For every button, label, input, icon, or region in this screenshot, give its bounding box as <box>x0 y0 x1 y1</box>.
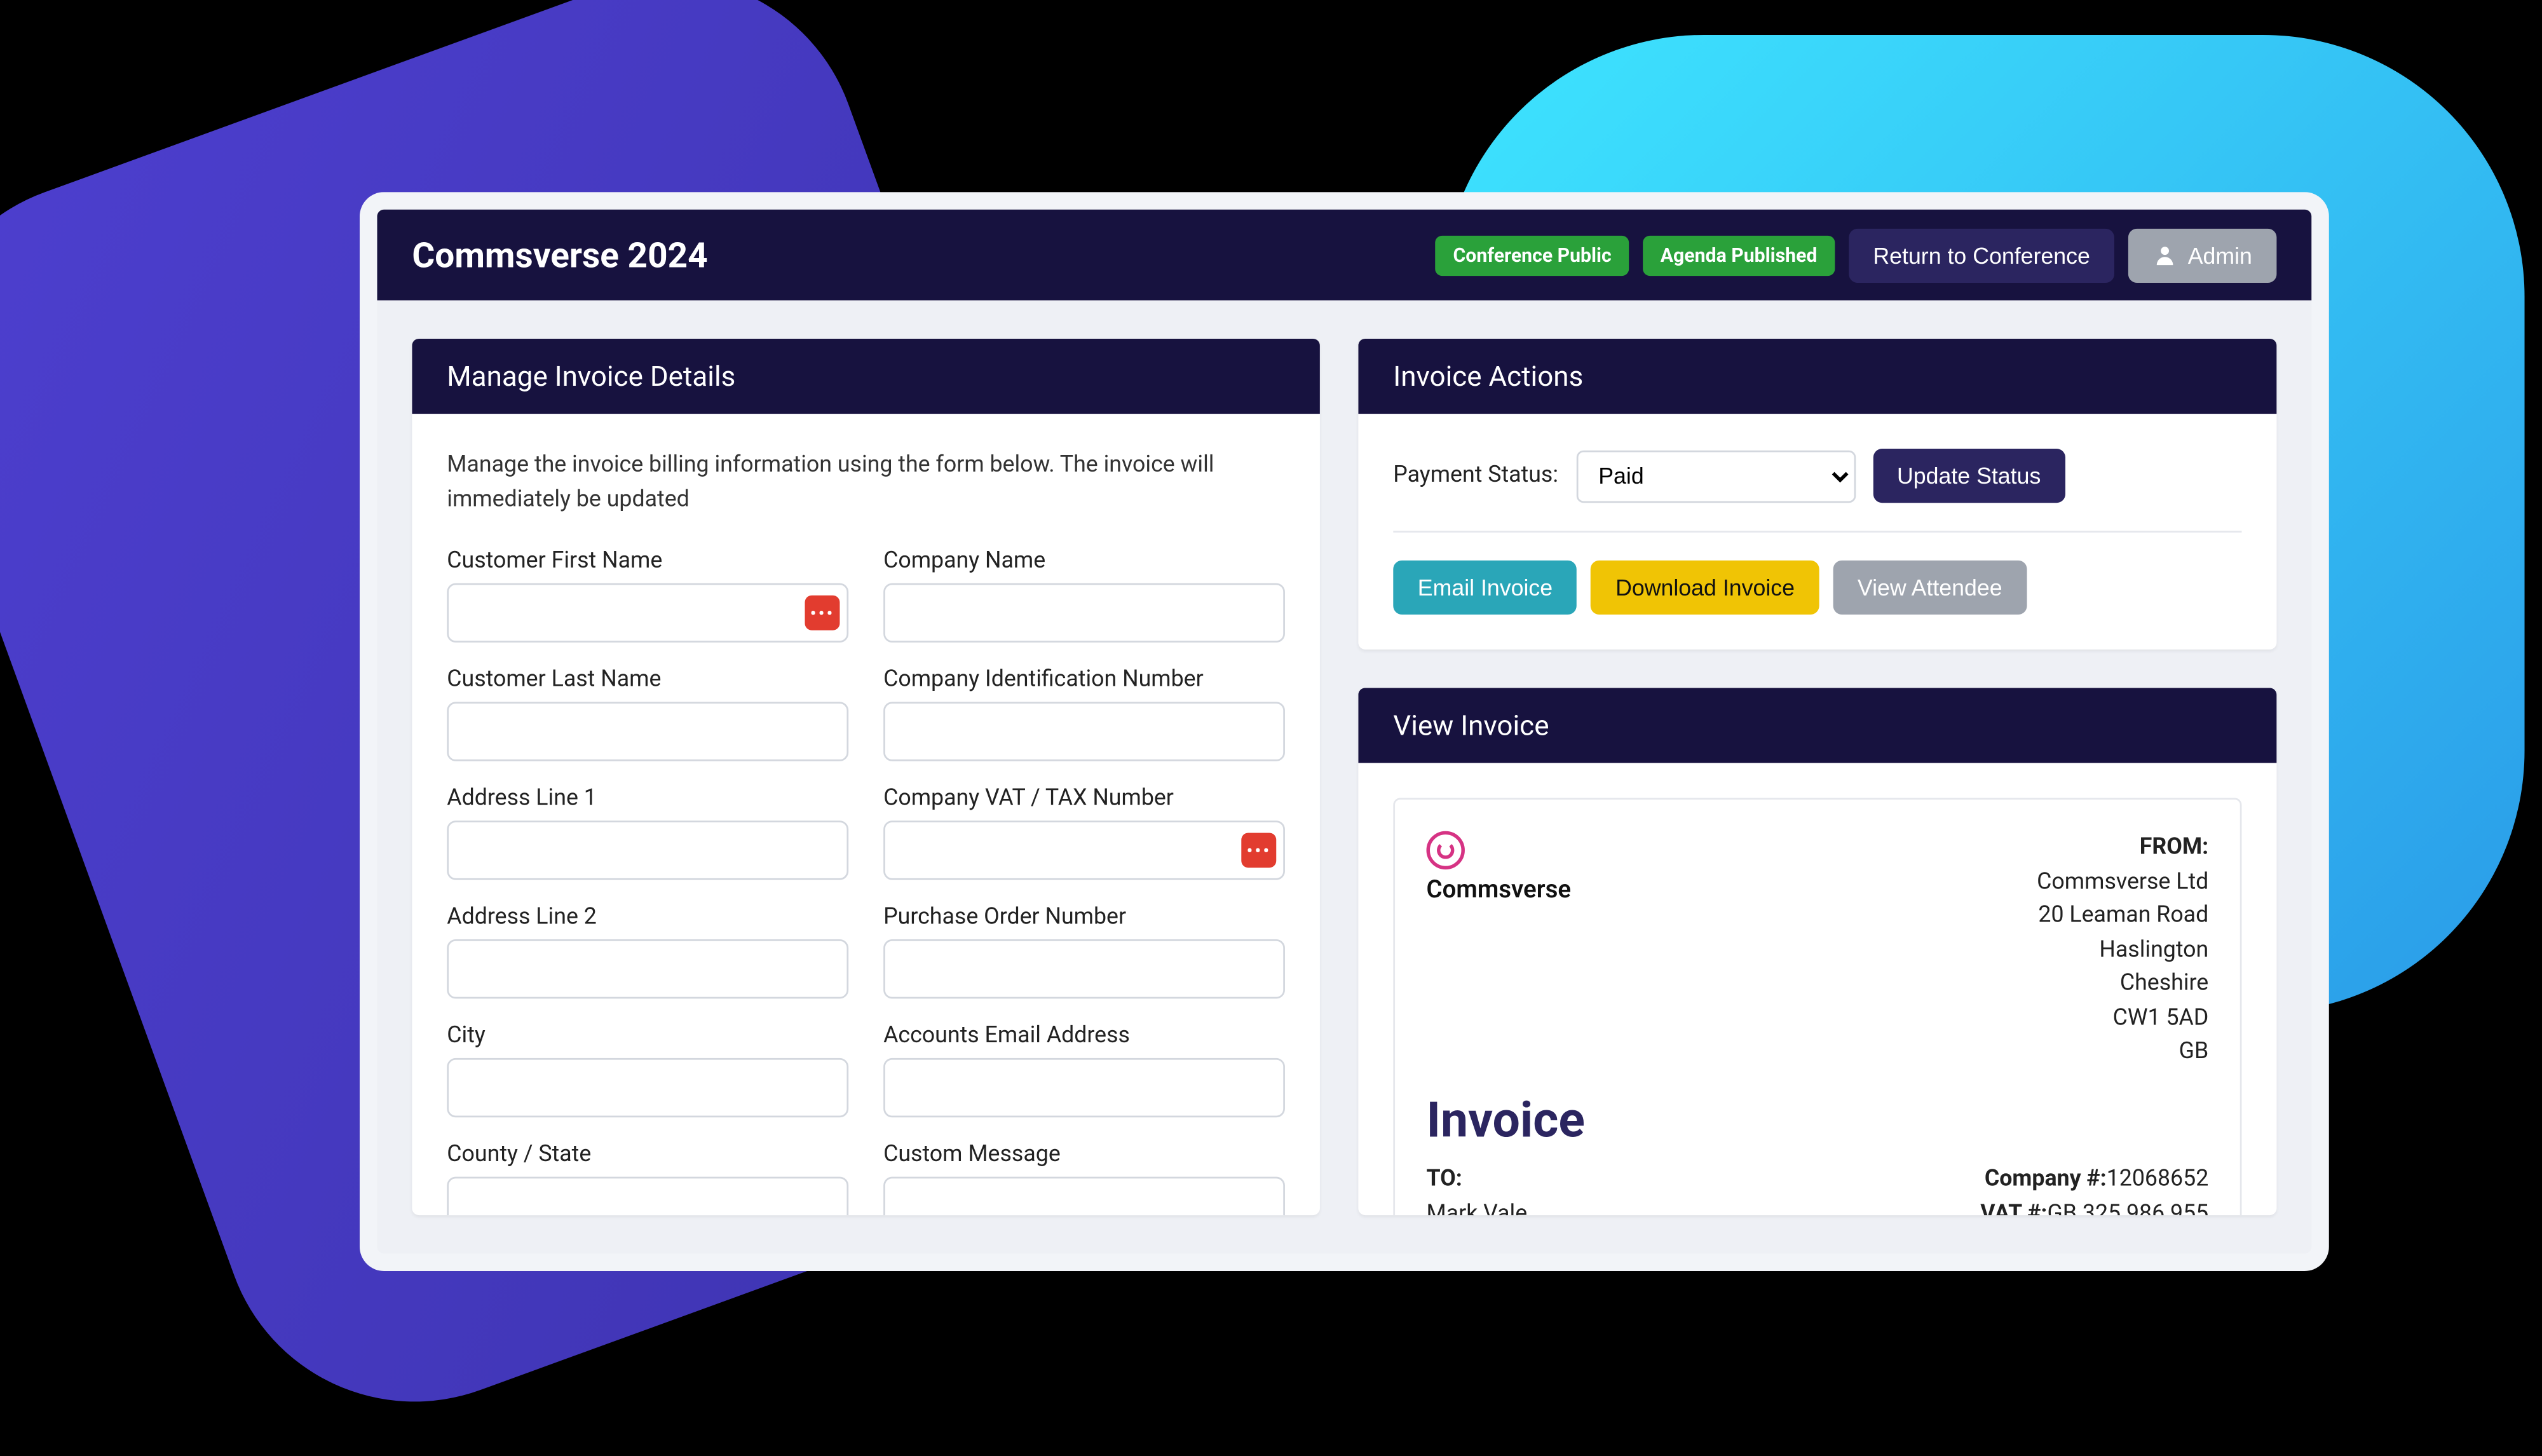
address-1-input[interactable] <box>447 820 848 880</box>
admin-button-label: Admin <box>2188 242 2252 268</box>
card-title-manage-invoice: Manage Invoice Details <box>412 339 1320 414</box>
badge-agenda-published: Agenda Published <box>1643 235 1835 275</box>
label-company-name: Company Name <box>883 548 1285 575</box>
label-custom-message: Custom Message <box>883 1142 1285 1168</box>
label-city: City <box>447 1023 848 1049</box>
vat-input[interactable] <box>883 820 1285 880</box>
card-title-invoice-actions: Invoice Actions <box>1358 339 2276 414</box>
accounts-email-input[interactable] <box>883 1058 1285 1117</box>
admin-button[interactable]: Admin <box>2128 228 2276 282</box>
badge-conference-public: Conference Public <box>1436 235 1629 275</box>
return-to-conference-button[interactable]: Return to Conference <box>1849 228 2114 282</box>
topbar: Commsverse 2024 Conference Public Agenda… <box>377 210 2311 301</box>
invoice-to-label: TO: <box>1427 1166 1462 1192</box>
invoice-heading: Invoice <box>1427 1091 2209 1148</box>
city-input[interactable] <box>447 1058 848 1117</box>
invoice-to-name: Mark Vale <box>1427 1198 1790 1215</box>
payment-status-label: Payment Status: <box>1393 463 1558 489</box>
payment-status-select[interactable]: Paid <box>1575 449 1855 501</box>
company-name-input[interactable] <box>883 583 1285 643</box>
last-name-input[interactable] <box>447 702 848 761</box>
user-icon <box>2153 243 2177 267</box>
commsverse-logo-text: Commsverse <box>1427 876 1572 904</box>
card-title-view-invoice: View Invoice <box>1358 688 2276 763</box>
label-vat: Company VAT / TAX Number <box>883 786 1285 812</box>
county-input[interactable] <box>447 1177 848 1215</box>
label-address-2: Address Line 2 <box>447 904 848 930</box>
first-name-input[interactable] <box>447 583 848 643</box>
autofill-icon[interactable]: ••• <box>805 595 839 630</box>
vat-number: GB 325 986 955 <box>2047 1202 2208 1215</box>
page-title: Commsverse 2024 <box>412 234 707 276</box>
custom-message-input[interactable] <box>883 1177 1285 1215</box>
email-invoice-button[interactable]: Email Invoice <box>1393 561 1577 615</box>
download-invoice-button[interactable]: Download Invoice <box>1591 561 1819 615</box>
label-county: County / State <box>447 1142 848 1168</box>
label-company-id: Company Identification Number <box>883 667 1285 693</box>
update-status-button[interactable]: Update Status <box>1873 449 2065 503</box>
commsverse-logo-icon <box>1427 831 1465 869</box>
label-first-name: Customer First Name <box>447 548 848 575</box>
label-po: Purchase Order Number <box>883 904 1285 930</box>
label-email: Accounts Email Address <box>883 1023 1285 1049</box>
address-2-input[interactable] <box>447 939 848 998</box>
manage-hint: Manage the invoice billing information u… <box>447 449 1285 517</box>
label-last-name: Customer Last Name <box>447 667 848 693</box>
company-id-input[interactable] <box>883 702 1285 761</box>
autofill-icon[interactable]: ••• <box>1241 833 1276 867</box>
invoice-from-block: FROM: Commsverse Ltd 20 Leaman Road Hasl… <box>2037 831 2208 1070</box>
company-number: 12068652 <box>2107 1166 2209 1192</box>
app-window: Commsverse 2024 Conference Public Agenda… <box>360 192 2329 1271</box>
po-input[interactable] <box>883 939 1285 998</box>
view-attendee-button[interactable]: View Attendee <box>1833 561 2027 615</box>
invoice-document: Commsverse FROM: Commsverse Ltd 20 Leama… <box>1393 798 2241 1215</box>
label-address-1: Address Line 1 <box>447 786 848 812</box>
